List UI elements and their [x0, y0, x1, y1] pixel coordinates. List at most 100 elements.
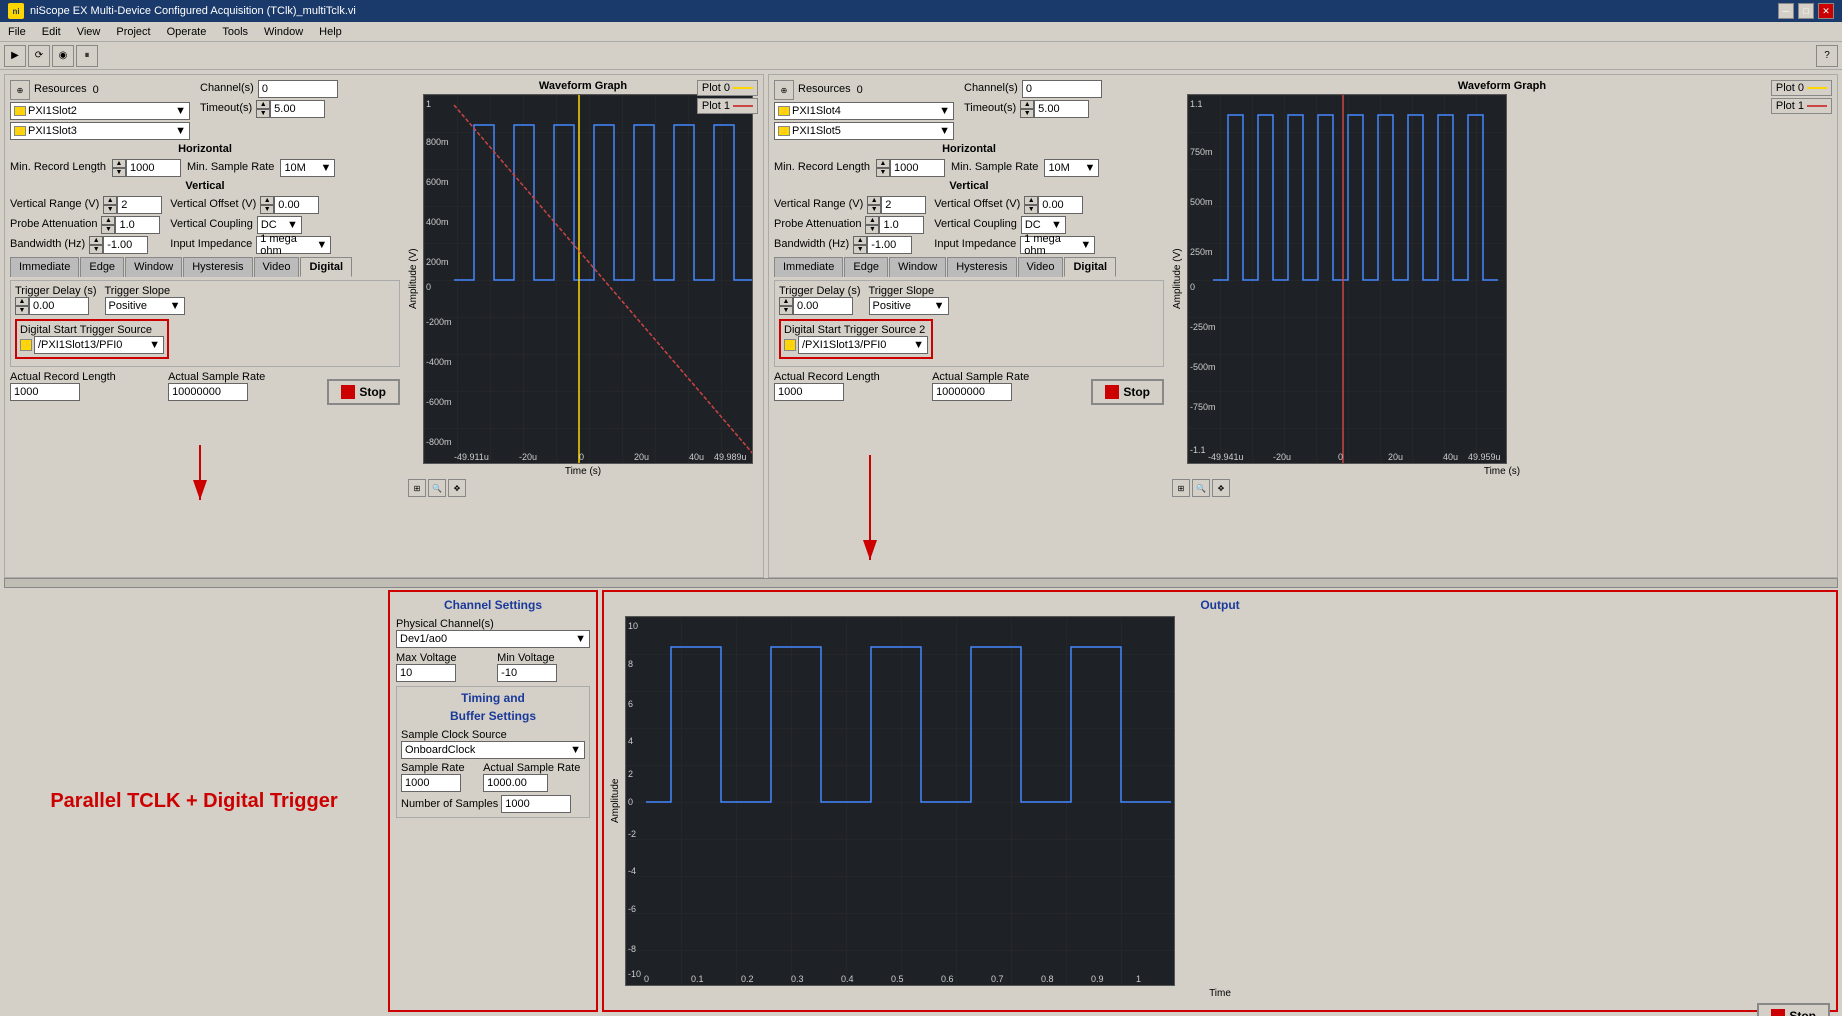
min-record-arrows[interactable]: ▲ ▼ — [112, 159, 126, 177]
tab-window[interactable]: Window — [125, 257, 182, 277]
horizontal-scrollbar[interactable] — [4, 578, 1838, 588]
resource2-dropdown[interactable]: ⚡ PXI1Slot3 ▼ — [10, 122, 190, 140]
left-waveform-svg[interactable]: 1 800m 600m 400m 200m 0 -200m -400m -600… — [423, 94, 753, 464]
min-voltage-input[interactable] — [497, 664, 557, 682]
max-voltage-group: Max Voltage — [396, 652, 491, 682]
min-record-input[interactable] — [126, 159, 181, 177]
right-waveform-svg[interactable]: 1.1 750m 500m 250m 0 -250m -500m -750m -… — [1187, 94, 1507, 464]
bandwidth-input[interactable] — [103, 236, 148, 254]
resource2-icon: ⚡ — [14, 126, 26, 136]
close-button[interactable]: ✕ — [1818, 3, 1834, 19]
vert-coupling-dropdown[interactable]: DC ▼ — [257, 216, 302, 234]
right-sample-rate-dropdown[interactable]: 10M ▼ — [1044, 159, 1099, 177]
right-min-record-input[interactable] — [890, 159, 945, 177]
sample-clock-dropdown[interactable]: OnboardClock ▼ — [401, 741, 585, 759]
digital-trigger-dropdown[interactable]: /PXI1Slot13/PFI0 ▼ — [34, 336, 164, 354]
right-trigger-delay-input[interactable] — [793, 297, 853, 315]
timeout-up[interactable]: ▲ — [256, 100, 270, 109]
tab-video[interactable]: Video — [254, 257, 300, 277]
menu-file[interactable]: File — [0, 24, 34, 40]
min-record-up[interactable]: ▲ — [112, 159, 126, 168]
num-samples-input[interactable] — [501, 795, 571, 813]
timeout-down[interactable]: ▼ — [256, 109, 270, 118]
run-continuous-button[interactable]: ⟳ — [28, 45, 50, 67]
physical-channel-label: Physical Channel(s) — [396, 618, 494, 630]
right-bandwidth-input[interactable] — [867, 236, 912, 254]
right-stop-button[interactable]: Stop — [1091, 379, 1164, 405]
tab-digital[interactable]: Digital — [300, 257, 352, 277]
right-graph-fit-button[interactable]: ⊞ — [1172, 479, 1190, 497]
right-plot0-legend[interactable]: Plot 0 — [1771, 80, 1832, 96]
plot0-legend-item[interactable]: Plot 0 — [697, 80, 758, 96]
trigger-delay-input[interactable] — [29, 297, 89, 315]
svg-text:49.959u: 49.959u — [1468, 452, 1501, 462]
tab-hysteresis[interactable]: Hysteresis — [183, 257, 252, 277]
menu-project[interactable]: Project — [108, 24, 158, 40]
right-resource2-dropdown[interactable]: ⚡ PXI1Slot5 ▼ — [774, 122, 954, 140]
right-timeout-input[interactable] — [1034, 100, 1089, 118]
probe-att-input[interactable] — [115, 216, 160, 234]
max-voltage-input[interactable] — [396, 664, 456, 682]
plot1-legend-item[interactable]: Plot 1 — [697, 98, 758, 114]
abort-button[interactable]: ◉ — [52, 45, 74, 67]
right-graph-zoom-button[interactable]: 🔍 — [1192, 479, 1210, 497]
min-record-down[interactable]: ▼ — [112, 168, 126, 177]
stop-icon-left — [341, 385, 355, 399]
output-stop-button[interactable]: Stop — [1757, 1003, 1830, 1016]
right-plot1-legend[interactable]: Plot 1 — [1771, 98, 1832, 114]
vert-offset-input[interactable] — [274, 196, 319, 214]
input-imp-dropdown[interactable]: 1 mega ohm ▼ — [256, 236, 331, 254]
trigger-slope-dropdown[interactable]: Positive ▼ — [105, 297, 185, 315]
pause-button[interactable]: ⏸ — [76, 45, 98, 67]
right-input-imp-dropdown[interactable]: 1 mega ohm ▼ — [1020, 236, 1095, 254]
timeout-input[interactable] — [270, 100, 325, 118]
actual-sample-rate-input[interactable] — [483, 774, 548, 792]
left-graph-pan-button[interactable]: ✥ — [448, 479, 466, 497]
help-button[interactable]: ? — [1816, 45, 1838, 67]
maximize-button[interactable]: □ — [1798, 3, 1814, 19]
left-stop-button[interactable]: Stop — [327, 379, 400, 405]
menu-view[interactable]: View — [69, 24, 109, 40]
sample-clock-group: Sample Clock Source OnboardClock ▼ — [401, 729, 585, 759]
vert-range-input[interactable] — [117, 196, 162, 214]
right-vert-coupling-dropdown[interactable]: DC ▼ — [1021, 216, 1066, 234]
right-tab-immediate[interactable]: Immediate — [774, 257, 843, 277]
stop-icon-output — [1771, 1009, 1785, 1016]
output-waveform-svg[interactable]: 10 8 6 4 2 0 -2 -4 -6 -8 -10 — [625, 616, 1175, 986]
right-tab-window[interactable]: Window — [889, 257, 946, 277]
right-graph-pan-button[interactable]: ✥ — [1212, 479, 1230, 497]
menu-help[interactable]: Help — [311, 24, 350, 40]
right-tab-edge[interactable]: Edge — [844, 257, 888, 277]
right-channels-input[interactable] — [1022, 80, 1102, 98]
resource1-dropdown[interactable]: ⚡ PXI1Slot2 ▼ — [10, 102, 190, 120]
sample-rate-input[interactable] — [401, 774, 461, 792]
right-vert-offset-input[interactable] — [1038, 196, 1083, 214]
right-actual-record-input[interactable] — [774, 383, 844, 401]
tab-edge[interactable]: Edge — [80, 257, 124, 277]
tab-immediate[interactable]: Immediate — [10, 257, 79, 277]
menu-tools[interactable]: Tools — [214, 24, 256, 40]
channels-input[interactable] — [258, 80, 338, 98]
right-resource1-dropdown[interactable]: ⚡ PXI1Slot4 ▼ — [774, 102, 954, 120]
physical-channel-dropdown[interactable]: Dev1/ao0 ▼ — [396, 630, 590, 648]
left-graph-fit-button[interactable]: ⊞ — [408, 479, 426, 497]
right-probe-att-input[interactable] — [879, 216, 924, 234]
menu-edit[interactable]: Edit — [34, 24, 69, 40]
svg-text:-600m: -600m — [426, 397, 452, 407]
actual-record-input[interactable] — [10, 383, 80, 401]
right-actual-sample-input[interactable] — [932, 383, 1012, 401]
right-trigger-slope-dropdown[interactable]: Positive ▼ — [869, 297, 949, 315]
min-sample-rate-dropdown[interactable]: 10M ▼ — [280, 159, 335, 177]
timeout-arrows[interactable]: ▲ ▼ — [256, 100, 270, 118]
right-digital-trigger-dropdown[interactable]: /PXI1Slot13/PFI0 ▼ — [798, 336, 928, 354]
menu-window[interactable]: Window — [256, 24, 311, 40]
right-tab-digital[interactable]: Digital — [1064, 257, 1116, 277]
right-tab-video[interactable]: Video — [1018, 257, 1064, 277]
right-vert-range-input[interactable] — [881, 196, 926, 214]
actual-sample-input[interactable] — [168, 383, 248, 401]
left-graph-zoom-button[interactable]: 🔍 — [428, 479, 446, 497]
minimize-button[interactable]: ─ — [1778, 3, 1794, 19]
run-button[interactable]: ▶ — [4, 45, 26, 67]
menu-operate[interactable]: Operate — [159, 24, 215, 40]
right-tab-hysteresis[interactable]: Hysteresis — [947, 257, 1016, 277]
